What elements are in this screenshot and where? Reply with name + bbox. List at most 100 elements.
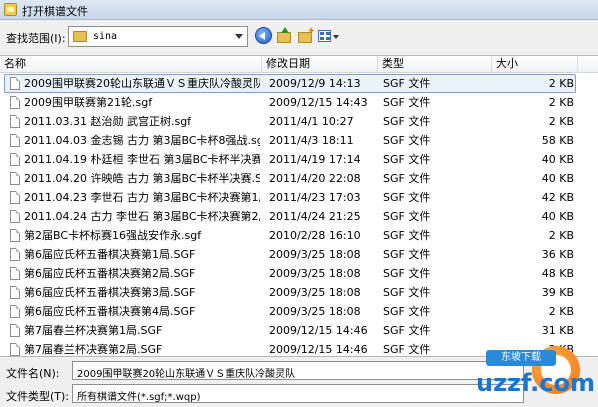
file-size: 40 KB [541,210,574,223]
folder-icon [4,3,17,16]
file-row[interactable]: 第7届春兰杯决赛第1局.SGF 2009/12/15 14:46 SGF 文件 31 … [0,321,598,340]
file-type: SGF 文件 [383,172,431,185]
file-name: 第2届BC卡杯标赛16强战安作永.sgf [24,229,202,242]
file-name: 第6届应氏杯五番棋决赛第1局.SGF [24,248,196,261]
file-row[interactable]: 2011.04.24 古力 李世石 第3届BC卡杯决赛第2局... 2011/4/… [0,207,598,226]
file-type: SGF 文件 [383,267,431,280]
watermark-brand: uzzf.com [476,369,595,397]
file-date: 2009/12/15 14:46 [269,343,368,356]
file-name: 第6届应氏杯五番棋决赛第2局.SGF [24,267,196,280]
file-date: 2009/3/25 18:08 [269,267,361,280]
file-type: SGF 文件 [383,305,431,318]
lookin-dropdown[interactable]: sina [68,26,248,47]
file-list[interactable]: 名称 修改日期 类型 大小 2009围甲联赛20轮山东联通ＶＳ重庆队冷酸灵队..… [0,55,598,357]
file-type: SGF 文件 [383,324,431,337]
file-name: 第7届春兰杯决赛第2局.SGF [24,343,163,356]
file-size: 2 KB [548,305,574,318]
file-icon [10,210,20,223]
file-type: SGF 文件 [383,343,431,356]
file-row[interactable]: 2011.04.19 朴廷桓 李世石 第3届BC卡杯半决赛 .S... 2011/… [0,150,598,169]
column-header-name[interactable]: 名称 [0,56,262,73]
file-name: 第6届应氏杯五番棋决赛第4局.SGF [24,305,196,318]
file-size: 40 KB [541,153,574,166]
up-folder-icon[interactable] [276,27,293,46]
file-date: 2011/4/3 18:11 [269,134,354,147]
file-row[interactable]: 第6届应氏杯五番棋决赛第2局.SGF 2009/3/25 18:08 SGF 文件 4… [0,264,598,283]
file-date: 2009/3/25 18:08 [269,305,361,318]
filename-label: 文件名(N): [6,367,60,380]
file-size: 2 KB [548,77,574,90]
file-icon [10,172,20,185]
file-row[interactable]: 2011.04.20 许映皓 古力 第3届BC卡杯半决赛.SGF 2011/4/2… [0,169,598,188]
file-row[interactable]: 第6届应氏杯五番棋决赛第1局.SGF 2009/3/25 18:08 SGF 文件 3… [0,245,598,264]
file-row[interactable]: 第6届应氏杯五番棋决赛第4局.SGF 2009/3/25 18:08 SGF 文件 2… [0,302,598,321]
file-name: 2009围甲联赛第21轮.sgf [24,96,153,109]
file-date: 2011/4/24 21:25 [269,210,361,223]
watermark: 东坡下载 uzzf.com [476,344,596,402]
file-icon [10,115,20,128]
file-name: 2011.04.20 许映皓 古力 第3届BC卡杯半决赛.SGF [24,172,260,185]
chevron-down-icon [235,34,243,39]
file-type: SGF 文件 [383,229,431,242]
file-type: SGF 文件 [383,286,431,299]
file-row[interactable]: 2011.03.31 赵治勋 武宫正树.sgf 2011/4/1 10:27 SGF… [0,112,598,131]
file-icon [10,134,20,147]
view-menu-icon[interactable] [317,27,339,46]
file-date: 2009/12/9 14:13 [269,77,361,90]
file-icon [10,305,20,318]
file-size: 58 KB [541,134,574,147]
window-title: 打开棋谱文件 [22,5,88,18]
file-size: 40 KB [541,172,574,185]
file-row[interactable]: 2009围甲联赛第21轮.sgf 2009/12/15 14:43 SGF 文件 2 … [0,93,598,112]
file-name: 2011.04.19 朴廷桓 李世石 第3届BC卡杯半决赛 .S... [24,153,260,166]
filename-input[interactable]: 2009围甲联赛20轮山东联通ＶＳ重庆队冷酸灵队 [72,361,524,380]
file-size: 39 KB [541,286,574,299]
file-date: 2011/4/19 17:14 [269,153,361,166]
file-icon [10,77,20,90]
file-icon [10,191,20,204]
filename-value: 2009围甲联赛20轮山东联通ＶＳ重庆队冷酸灵队 [77,369,296,380]
file-type: SGF 文件 [383,248,431,261]
folder-icon [73,31,87,42]
column-header-date[interactable]: 修改日期 [262,56,378,73]
file-name: 2011.04.03 金志锡 古力 第3届BC卡杯8强战.sgf [24,134,260,147]
file-name: 第6届应氏杯五番棋决赛第3局.SGF [24,286,196,299]
lookin-value: sina [93,31,118,42]
file-size: 2 KB [548,115,574,128]
file-type: SGF 文件 [383,134,431,147]
file-name: 2011.04.23 李世石 古力 第3届BC卡杯决赛第1局... [24,191,260,204]
file-date: 2009/12/15 14:43 [269,96,368,109]
file-name: 2011.03.31 赵治勋 武宫正树.sgf [24,115,192,128]
file-size: 31 KB [541,324,574,337]
file-rows: 2009围甲联赛20轮山东联通ＶＳ重庆队冷酸灵队... 2009/12/9 14:… [0,74,598,356]
title-bar: 打开棋谱文件 [0,0,598,20]
file-row[interactable]: 2009围甲联赛20轮山东联通ＶＳ重庆队冷酸灵队... 2009/12/9 14:… [0,74,598,93]
filetype-dropdown[interactable]: 所有棋谱文件(*.sgf;*.wqp) [72,384,524,403]
filetype-label: 文件类型(T): [6,390,70,403]
file-row[interactable]: 第6届应氏杯五番棋决赛第3局.SGF 2009/3/25 18:08 SGF 文件 3… [0,283,598,302]
back-arrow-icon[interactable] [255,27,272,44]
file-type: SGF 文件 [383,153,431,166]
file-icon [10,286,20,299]
file-name: 2011.04.24 古力 李世石 第3届BC卡杯决赛第2局... [24,210,260,223]
file-icon [10,324,20,337]
file-row[interactable]: 2011.04.03 金志锡 古力 第3届BC卡杯8强战.sgf 2011/4/3… [0,131,598,150]
file-date: 2009/12/15 14:46 [269,324,368,337]
file-icon [10,248,20,261]
file-size: 42 KB [541,191,574,204]
file-size: 48 KB [541,267,574,280]
file-size: 2 KB [548,229,574,242]
file-date: 2011/4/23 17:03 [269,191,361,204]
file-row[interactable]: 第2届BC卡杯标赛16强战安作永.sgf 2010/2/28 16:10 SGF 文… [0,226,598,245]
file-size: 2 KB [548,96,574,109]
column-header-size[interactable]: 大小 [492,56,578,73]
file-date: 2011/4/20 22:08 [269,172,361,185]
column-header-type[interactable]: 类型 [378,56,492,73]
new-folder-icon[interactable]: ✦ [297,27,315,46]
file-date: 2011/4/1 10:27 [269,115,354,128]
file-row[interactable]: 2011.04.23 李世石 古力 第3届BC卡杯决赛第1局... 2011/4/… [0,188,598,207]
lookin-label: 查找范围(I): [6,32,66,45]
file-icon [10,96,20,109]
file-type: SGF 文件 [383,96,431,109]
file-icon [10,153,20,166]
